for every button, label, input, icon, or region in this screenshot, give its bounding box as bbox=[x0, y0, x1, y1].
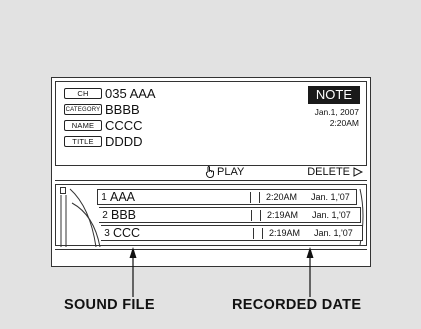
sound-file-caption: SOUND FILE bbox=[64, 297, 155, 313]
callout-arrows bbox=[129, 247, 314, 297]
sound-file-arrow bbox=[129, 247, 137, 297]
recorded-date-arrow bbox=[306, 247, 314, 297]
recorded-date-caption: RECORDED DATE bbox=[232, 297, 362, 313]
